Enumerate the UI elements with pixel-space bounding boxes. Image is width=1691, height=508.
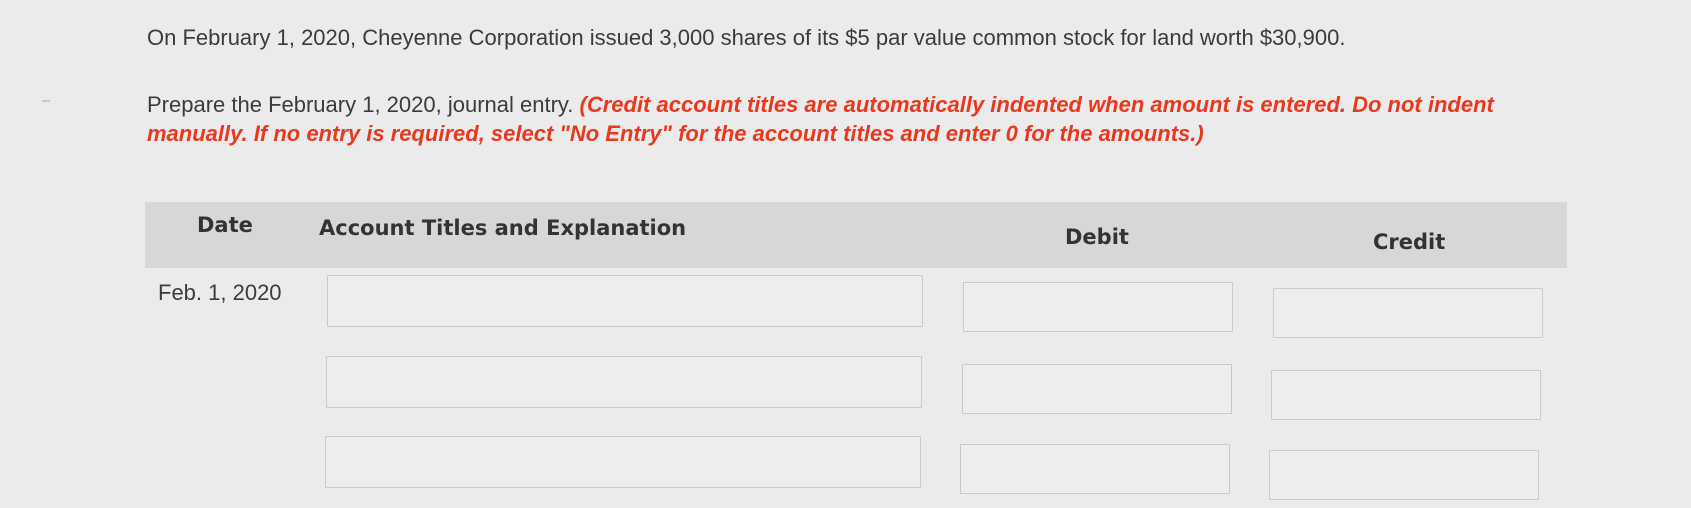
account-title-input-row-2[interactable] <box>326 356 922 408</box>
problem-statement: On February 1, 2020, Cheyenne Corporatio… <box>147 25 1346 50</box>
debit-input-row-3[interactable] <box>960 444 1230 494</box>
debit-input-row-1[interactable] <box>963 282 1233 332</box>
page-margin-mark <box>42 100 50 102</box>
entry-date: Feb. 1, 2020 <box>158 280 282 305</box>
account-title-input-row-1[interactable] <box>327 275 923 327</box>
date-column-header: Date <box>197 213 253 237</box>
credit-input-row-3[interactable] <box>1269 450 1539 500</box>
debit-column-header: Debit <box>1065 225 1129 249</box>
credit-input-row-2[interactable] <box>1271 370 1541 420</box>
instruction-lead: Prepare the February 1, 2020, journal en… <box>147 92 580 117</box>
debit-input-row-2[interactable] <box>962 364 1232 414</box>
account-titles-column-header: Account Titles and Explanation <box>319 216 687 240</box>
credit-column-header: Credit <box>1373 230 1446 254</box>
credit-input-row-1[interactable] <box>1273 288 1543 338</box>
journal-table-header: Date Account Titles and Explanation Debi… <box>145 202 1567 268</box>
account-title-input-row-3[interactable] <box>325 436 921 488</box>
instructions: Prepare the February 1, 2020, journal en… <box>147 90 1547 148</box>
